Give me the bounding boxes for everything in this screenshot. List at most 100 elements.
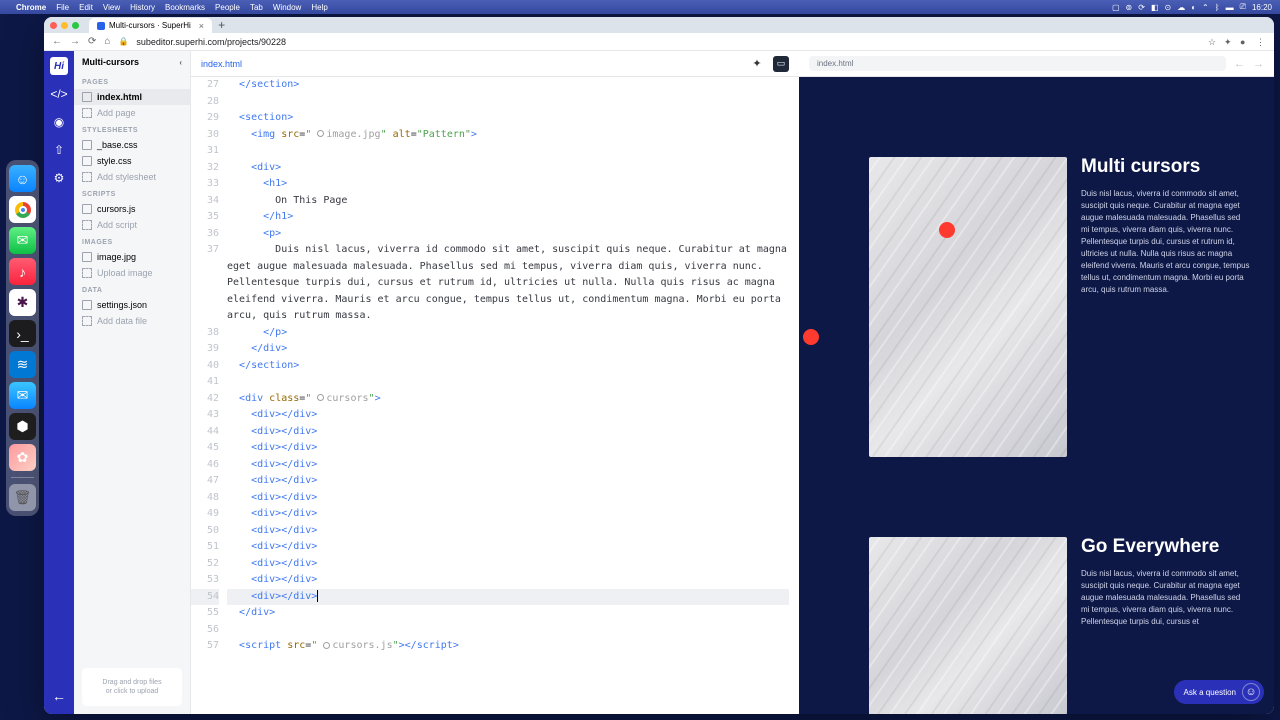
dock-mail[interactable]: ✉ [9, 382, 36, 409]
file-image-jpg[interactable]: image.jpg [74, 249, 190, 265]
app-menu[interactable]: Chrome [16, 3, 46, 12]
editor-pane: index.html ✦ ▭ 2728293031323334353637383… [191, 51, 799, 714]
add-icon [82, 316, 92, 326]
dock-finder[interactable]: ☺ [9, 165, 36, 192]
add-script-button[interactable]: Add script [74, 217, 190, 233]
battery-icon[interactable]: ▬ [1226, 3, 1234, 12]
close-window-button[interactable] [50, 22, 57, 29]
browser-tab[interactable]: Multi-cursors · SuperHi × [89, 18, 212, 33]
status-icon[interactable]: ⟳ [1138, 3, 1145, 12]
extensions-icon[interactable]: ✦ [1224, 37, 1234, 47]
share-icon[interactable]: ⇧ [50, 141, 68, 159]
menu-bookmarks[interactable]: Bookmarks [165, 3, 205, 12]
dock-figma[interactable]: ⬢ [9, 413, 36, 440]
file-base-css[interactable]: _base.css [74, 137, 190, 153]
code-editor[interactable]: 2728293031323334353637383940414243444546… [191, 77, 799, 714]
status-icon[interactable]: ⊚ [1126, 3, 1133, 12]
status-icon[interactable]: ▢ [1112, 3, 1120, 12]
url-bar: ← → ⟳ ⌂ 🔒 subeditor.superhi.com/projects… [44, 33, 1274, 51]
minimize-window-button[interactable] [61, 22, 68, 29]
preview-image [869, 537, 1067, 714]
reload-button[interactable]: ⟳ [88, 36, 96, 47]
control-center-icon[interactable]: ⎚ [1240, 2, 1246, 12]
settings-icon[interactable]: ⚙ [50, 169, 68, 187]
chat-button[interactable]: Ask a question ☺ [1174, 680, 1264, 704]
dock-terminal[interactable]: ›_ [9, 320, 36, 347]
preview-paragraph: Duis nisl lacus, viverra id commodo sit … [1081, 188, 1250, 296]
dock-slack[interactable]: ✱ [9, 289, 36, 316]
file-settings-json[interactable]: settings.json [74, 297, 190, 313]
cursor-dot [803, 329, 819, 345]
star-icon[interactable]: ☆ [1208, 37, 1218, 47]
status-icon[interactable]: ◧ [1151, 3, 1159, 12]
menu-tab[interactable]: Tab [250, 3, 263, 12]
dock-app[interactable]: ✿ [9, 444, 36, 471]
status-icon[interactable]: ☁ [1177, 3, 1185, 12]
browser-window: Multi-cursors · SuperHi × + ← → ⟳ ⌂ 🔒 su… [44, 17, 1274, 714]
dock-messages[interactable]: ✉ [9, 227, 36, 254]
file-style-css[interactable]: style.css [74, 153, 190, 169]
upload-image-button[interactable]: Upload image [74, 265, 190, 281]
section-pages-label: PAGES [74, 73, 190, 89]
cursor-dot [939, 222, 955, 238]
dock-trash[interactable]: 🗑 [9, 484, 36, 511]
add-data-file-button[interactable]: Add data file [74, 313, 190, 329]
maximize-window-button[interactable] [72, 22, 79, 29]
menu-icon[interactable]: ⋮ [1256, 37, 1266, 47]
menu-help[interactable]: Help [311, 3, 327, 12]
file-icon [82, 204, 92, 214]
preview-forward-icon[interactable]: → [1253, 58, 1264, 70]
menu-file[interactable]: File [56, 3, 69, 12]
preview-paragraph: Duis nisl lacus, viverra id commodo sit … [1081, 568, 1250, 628]
status-icon[interactable]: ◐ [1191, 3, 1196, 12]
code-icon[interactable]: </> [50, 85, 68, 103]
menu-people[interactable]: People [215, 3, 240, 12]
superhi-logo[interactable]: Hi [50, 57, 68, 75]
collapse-sidebar-icon[interactable]: ‹ [179, 58, 182, 67]
macos-menubar: Chrome File Edit View History Bookmarks … [0, 0, 1280, 14]
add-stylesheet-button[interactable]: Add stylesheet [74, 169, 190, 185]
menu-history[interactable]: History [130, 3, 155, 12]
editor-tab[interactable]: index.html [201, 59, 242, 69]
dock-vscode[interactable]: ≋ [9, 351, 36, 378]
dock-chrome[interactable] [9, 196, 36, 223]
preview-back-icon[interactable]: ← [1234, 58, 1245, 70]
menu-edit[interactable]: Edit [79, 3, 93, 12]
section-stylesheets-label: STYLESHEETS [74, 121, 190, 137]
close-tab-icon[interactable]: × [199, 21, 204, 31]
file-index-html[interactable]: index.html [74, 89, 190, 105]
editor-tab-bar: index.html ✦ ▭ [191, 51, 799, 77]
wifi-icon[interactable]: ⌃ [1202, 3, 1209, 12]
back-button[interactable]: ← [52, 36, 62, 47]
preview-header: index.html ← → [799, 51, 1274, 77]
add-page-button[interactable]: Add page [74, 105, 190, 121]
magic-wand-icon[interactable]: ✦ [749, 56, 765, 72]
file-icon [82, 252, 92, 262]
profile-icon[interactable]: ● [1240, 37, 1250, 47]
tab-title: Multi-cursors · SuperHi [109, 21, 191, 30]
toggle-preview-icon[interactable]: ▭ [773, 56, 789, 72]
file-cursors-js[interactable]: cursors.js [74, 201, 190, 217]
rail-back-icon[interactable]: ← [52, 688, 66, 704]
dock-music[interactable]: ♪ [9, 258, 36, 285]
clock[interactable]: 16:20 [1252, 3, 1272, 12]
url-field[interactable]: subeditor.superhi.com/projects/90228 [136, 37, 1200, 47]
file-icon [82, 140, 92, 150]
window-controls [50, 22, 79, 29]
code-lines[interactable]: </section> <section> <img src=" image.jp… [227, 77, 799, 714]
status-icon[interactable]: ⊙ [1165, 3, 1172, 12]
menu-window[interactable]: Window [273, 3, 301, 12]
forward-button[interactable]: → [70, 36, 80, 47]
new-tab-button[interactable]: + [218, 18, 225, 32]
bluetooth-icon[interactable]: ᛒ [1215, 3, 1220, 12]
project-header: Multi-cursors ‹ [74, 51, 190, 73]
lock-icon[interactable]: 🔒 [118, 37, 128, 46]
eye-icon[interactable]: ◉ [50, 113, 68, 131]
add-icon [82, 172, 92, 182]
preview-pane: index.html ← → Multi cursors Duis nisl l… [799, 51, 1274, 714]
preview-url[interactable]: index.html [809, 56, 1226, 71]
home-button[interactable]: ⌂ [104, 36, 110, 47]
preview-heading: Multi cursors [1081, 157, 1250, 178]
dropzone[interactable]: Drag and drop files or click to upload [82, 668, 182, 706]
menu-view[interactable]: View [103, 3, 120, 12]
